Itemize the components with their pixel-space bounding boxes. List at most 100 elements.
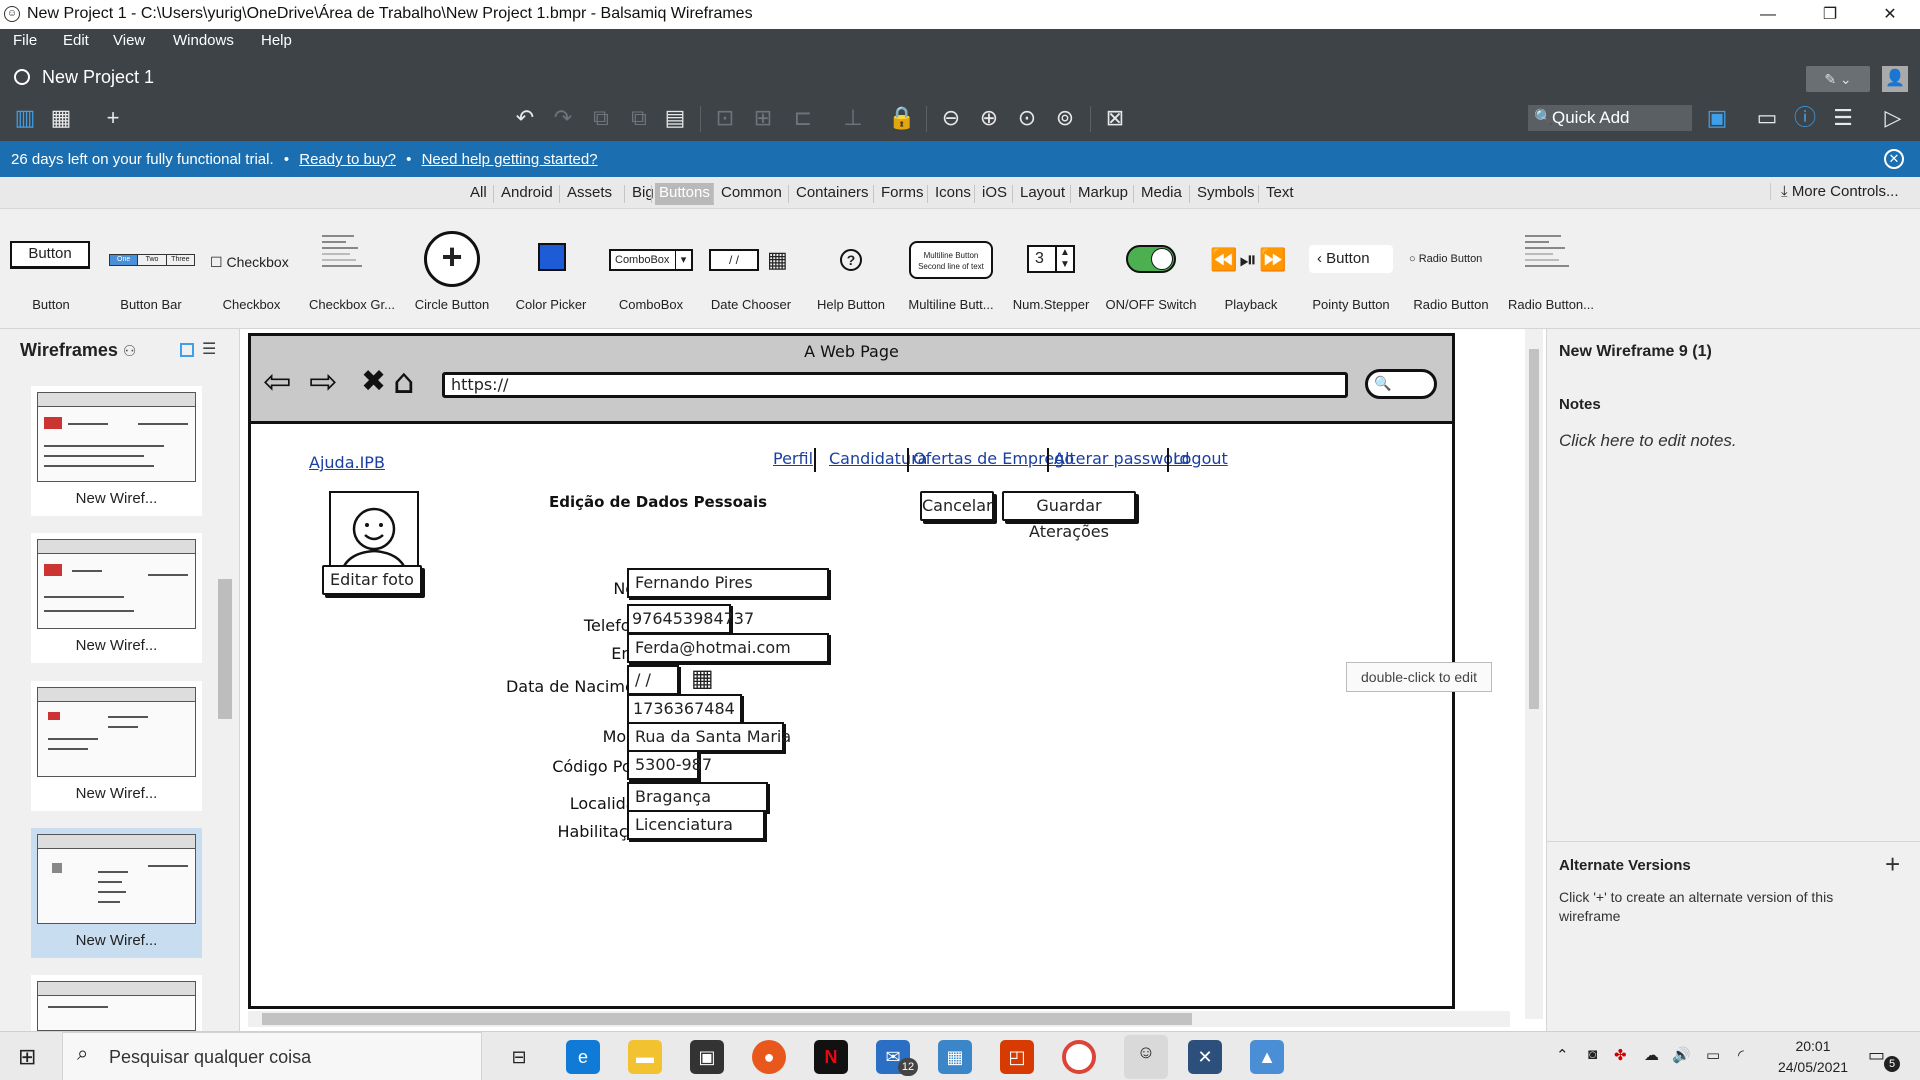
logo-link[interactable]: Ajuda.IPB xyxy=(309,453,385,472)
control-button[interactable]: Button Button xyxy=(5,209,97,329)
clock[interactable]: 20:01 24/05/2021 xyxy=(1776,1036,1850,1078)
align-icon[interactable]: ⊏ xyxy=(790,104,816,132)
user-avatar[interactable]: 👤 xyxy=(1882,66,1908,92)
menu-file[interactable]: File xyxy=(13,29,37,49)
minimize-button[interactable]: — xyxy=(1738,0,1798,29)
undo-icon[interactable]: ↶ xyxy=(512,104,538,132)
chrome-icon[interactable] xyxy=(1062,1040,1096,1074)
nav-link-ofertas[interactable]: Ofertas de Emprego xyxy=(913,449,1074,468)
menu-view[interactable]: View xyxy=(113,29,145,49)
zoom-in-icon[interactable]: ⊕ xyxy=(976,104,1002,132)
wireframe-thumbnail[interactable] xyxy=(31,975,202,1031)
edit-mode-pencil-icon[interactable]: ✎ ⌄ xyxy=(1806,66,1870,92)
tray-webcam-icon[interactable]: ◙ xyxy=(1588,1046,1597,1063)
tab-markup[interactable]: Markup xyxy=(1074,183,1132,205)
menu-help[interactable]: Help xyxy=(261,29,292,49)
zoom-actual-icon[interactable]: ⊙ xyxy=(1014,104,1040,132)
tray-cloud-icon[interactable]: ☁ xyxy=(1644,1046,1659,1064)
wireframe-thumbnail[interactable]: New Wiref... xyxy=(31,533,202,663)
group-icon[interactable]: ⊡ xyxy=(712,104,738,132)
tab-common[interactable]: Common xyxy=(717,183,786,205)
nome-field[interactable]: Fernando Pires xyxy=(627,568,829,598)
control-radio-button[interactable]: ○ Radio Button Radio Button xyxy=(1405,209,1497,329)
wireframe-thumbnail-selected[interactable]: New Wiref... xyxy=(31,828,202,958)
thumbnail-view-icon[interactable] xyxy=(180,343,194,357)
birth-date-field[interactable]: / / xyxy=(627,665,679,695)
lock-icon[interactable]: 🔒 xyxy=(888,104,915,132)
tab-containers[interactable]: Containers xyxy=(792,183,873,205)
tab-icons[interactable]: Icons xyxy=(931,183,975,205)
task-view-icon[interactable]: ⊟ xyxy=(502,1040,536,1074)
single-view-icon[interactable]: ▥ xyxy=(12,104,38,132)
balsamiq-icon[interactable]: ☺ xyxy=(1124,1035,1168,1079)
firefox-icon[interactable]: ● xyxy=(752,1040,786,1074)
wireframe-thumbnail[interactable]: New Wiref... xyxy=(31,681,202,811)
presentation-icon[interactable]: ▷ xyxy=(1878,104,1908,132)
tab-ios[interactable]: iOS xyxy=(978,183,1011,205)
help-getting-started-link[interactable]: Need help getting started? xyxy=(422,151,598,168)
add-alternate-icon[interactable]: + xyxy=(1885,849,1900,880)
list-view-icon[interactable]: ☰ xyxy=(202,339,216,359)
tab-assets[interactable]: Assets xyxy=(563,183,616,205)
nif-field[interactable]: 1736367484 xyxy=(627,694,742,724)
windows-start-icon[interactable]: ⊞ xyxy=(18,1044,36,1070)
zoom-fit-icon[interactable]: ⊚ xyxy=(1052,104,1078,132)
notifications-icon[interactable]: ▭ xyxy=(1868,1045,1885,1066)
tray-dropbox-icon[interactable]: ✤ xyxy=(1614,1046,1627,1064)
save-changes-button[interactable]: Guardar Aterações xyxy=(1002,491,1136,541)
calendar-icon[interactable]: ▦ xyxy=(691,664,714,692)
markup-icon[interactable]: ☰ xyxy=(1828,104,1858,132)
edge-icon[interactable]: e xyxy=(566,1040,600,1074)
app-icon[interactable]: ✕ xyxy=(1188,1040,1222,1074)
redo-icon[interactable]: ↷ xyxy=(550,104,576,132)
url-field[interactable]: https:// xyxy=(442,372,1348,398)
copy-icon[interactable]: ⧉ xyxy=(588,104,614,132)
wireframe-options-icon[interactable]: ⚇ xyxy=(123,343,136,360)
tab-text[interactable]: Text xyxy=(1262,183,1298,205)
store-icon[interactable]: ▣ xyxy=(690,1040,724,1074)
nav-link-alterar-password[interactable]: Alterar password xyxy=(1054,449,1190,468)
telefone-field[interactable]: 976453984737 xyxy=(627,604,754,634)
ungroup-icon[interactable]: ⊞ xyxy=(750,104,776,132)
nav-link-perfil[interactable]: Perfil xyxy=(773,449,813,468)
ready-to-buy-link[interactable]: Ready to buy? xyxy=(299,151,396,168)
more-controls-button[interactable]: ⤓ More Controls... xyxy=(1770,183,1899,200)
control-color-picker[interactable]: Color Picker xyxy=(505,209,597,329)
add-icon[interactable]: + xyxy=(100,104,126,132)
zoom-out-icon[interactable]: ⊖ xyxy=(938,104,964,132)
control-combobox[interactable]: ComboBox ▾ ComboBox xyxy=(605,209,697,329)
morada-field[interactable]: Rua da Santa Maria xyxy=(627,722,791,752)
close-banner-icon[interactable]: ✕ xyxy=(1884,149,1904,169)
duplicate-icon[interactable]: ⧉ xyxy=(626,104,652,132)
grid-view-icon[interactable]: ▦ xyxy=(48,104,74,132)
control-help-button[interactable]: ? Help Button xyxy=(805,209,897,329)
localidade-field[interactable]: Bragança xyxy=(627,782,768,812)
control-checkbox-group[interactable]: Checkbox Gr... xyxy=(306,209,398,329)
comments-icon[interactable]: ▭ xyxy=(1752,104,1782,132)
office-icon[interactable]: ◰ xyxy=(1000,1040,1034,1074)
wireframes-scrollbar[interactable] xyxy=(218,379,232,1029)
tray-chevron-up-icon[interactable]: ⌃ xyxy=(1556,1046,1569,1064)
email-field[interactable]: Ferda@hotmai.com xyxy=(627,633,829,663)
canvas-horizontal-scrollbar[interactable] xyxy=(248,1011,1510,1027)
image-icon[interactable]: ▲ xyxy=(1250,1040,1284,1074)
tab-all[interactable]: All xyxy=(466,183,491,205)
control-button-bar[interactable]: One Two Three Button Bar xyxy=(105,209,197,329)
tab-buttons[interactable]: Buttons xyxy=(655,183,714,205)
postal-code-field[interactable]: 5300-987 xyxy=(627,750,712,780)
menu-windows[interactable]: Windows xyxy=(173,29,234,49)
taskbar-search[interactable]: ⌕ Pesquisar qualquer coisa xyxy=(62,1032,482,1080)
control-num-stepper[interactable]: 3 ▲ ▼ Num.Stepper xyxy=(1005,209,1097,329)
control-multiline-button[interactable]: Multiline Button Second line of text Mult… xyxy=(905,209,997,329)
tab-android[interactable]: Android xyxy=(497,183,557,205)
tab-big[interactable]: Big xyxy=(628,183,658,205)
control-playback[interactable]: ⏪⏯⏩ Playback xyxy=(1205,209,1297,329)
habilitacoes-field[interactable]: Licenciatura xyxy=(627,810,765,840)
tray-volume-icon[interactable]: 🔊 xyxy=(1672,1046,1691,1064)
control-checkbox[interactable]: ☐ Checkbox Checkbox xyxy=(204,209,299,329)
control-pointy-button[interactable]: ‹ Button Pointy Button xyxy=(1305,209,1397,329)
tray-battery-icon[interactable]: ▭ xyxy=(1706,1046,1720,1064)
cancel-button[interactable]: Cancelar xyxy=(920,491,994,521)
nav-link-logout[interactable]: Logout xyxy=(1173,449,1228,468)
close-window-button[interactable]: ✕ xyxy=(1860,0,1920,29)
